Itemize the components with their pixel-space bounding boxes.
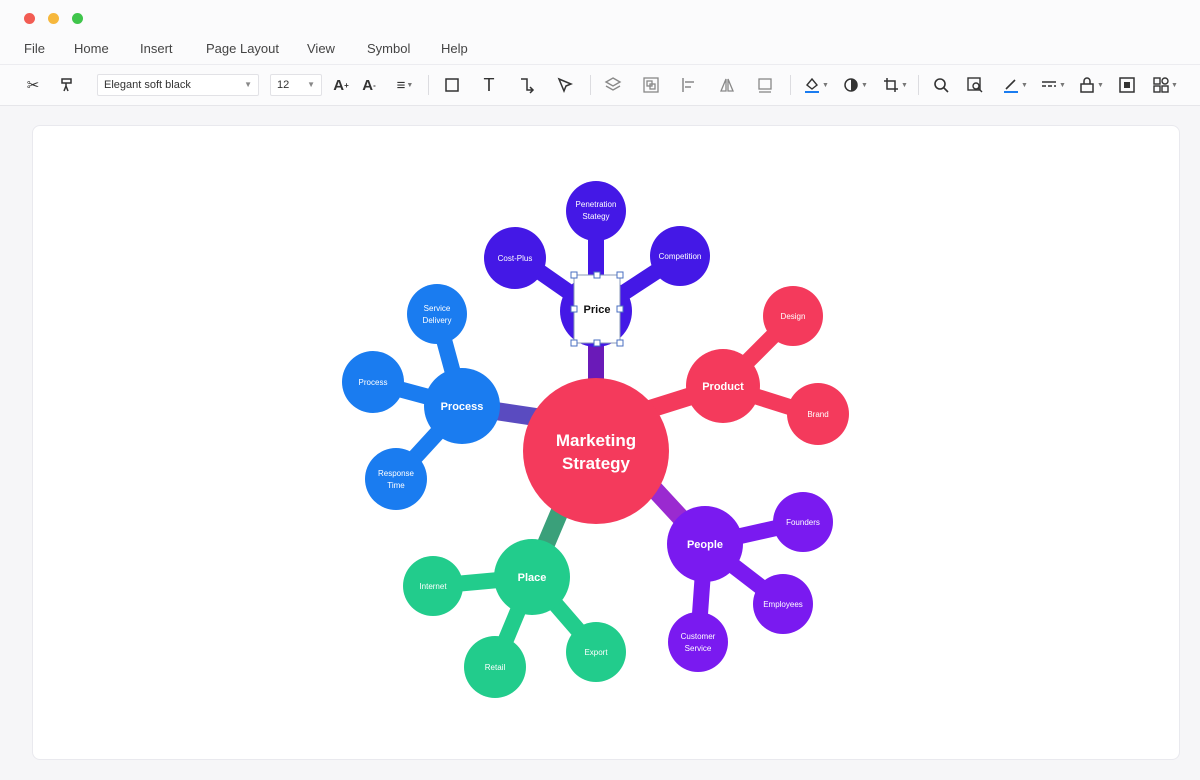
- central-topic-label: Strategy: [562, 454, 631, 473]
- connector-icon[interactable]: [516, 74, 538, 96]
- window-titlebar: [0, 0, 1200, 34]
- close-window-button[interactable]: [24, 13, 35, 24]
- topic-label-process: Process: [441, 401, 484, 413]
- subtopic-label: Export: [584, 648, 608, 657]
- flip-icon[interactable]: [716, 74, 738, 96]
- chevron-down-icon: ▼: [307, 80, 315, 89]
- subtopic-label: Cost-Plus: [498, 254, 533, 263]
- line-color-icon[interactable]: ▼: [1000, 74, 1030, 96]
- mind-map: Penetration Stategy Cost-Plus Competitio…: [342, 181, 849, 698]
- more-tools-icon[interactable]: ▼: [1150, 74, 1180, 96]
- subtopic-label: Design: [781, 312, 806, 321]
- group-icon[interactable]: [640, 74, 662, 96]
- subtopic-label: Employees: [763, 600, 803, 609]
- menu-bar: File Home Insert Page Layout View Symbol…: [0, 34, 1200, 65]
- align-left-icon[interactable]: [678, 74, 700, 96]
- drawing-canvas[interactable]: Penetration Stategy Cost-Plus Competitio…: [32, 125, 1180, 760]
- cut-icon[interactable]: ✂: [22, 74, 44, 96]
- subtopic-label: Time: [387, 481, 405, 490]
- menu-file[interactable]: File: [24, 41, 45, 56]
- layers-icon[interactable]: [602, 74, 624, 96]
- font-size-value: 12: [277, 79, 290, 91]
- subtopic-label: Delivery: [423, 316, 452, 325]
- shape-style-icon[interactable]: ▼: [840, 74, 870, 96]
- subtopic-response-time[interactable]: [365, 448, 427, 510]
- menu-help[interactable]: Help: [441, 41, 468, 56]
- maximize-window-button[interactable]: [72, 13, 83, 24]
- subtopic-label: Service: [424, 304, 451, 313]
- subtopic-label: Retail: [485, 663, 506, 672]
- central-topic-label: Marketing: [556, 431, 636, 450]
- fit-page-icon[interactable]: [1116, 74, 1138, 96]
- pointer-icon[interactable]: [554, 74, 576, 96]
- rectangle-icon[interactable]: [441, 74, 463, 96]
- subtopic-customer-service[interactable]: [668, 612, 728, 672]
- menu-home[interactable]: Home: [74, 41, 109, 56]
- menu-view[interactable]: View: [307, 41, 335, 56]
- chevron-down-icon: ▼: [244, 80, 252, 89]
- subtopic-label: Customer: [681, 632, 716, 641]
- increase-font-icon[interactable]: A +: [330, 74, 352, 96]
- subtopic-label: Brand: [807, 410, 828, 419]
- font-size-select[interactable]: 12 ▼: [270, 74, 322, 96]
- font-family-value: Elegant soft black: [104, 79, 191, 91]
- menu-insert[interactable]: Insert: [140, 41, 173, 56]
- search-icon[interactable]: [930, 74, 952, 96]
- subtopic-label: Founders: [786, 518, 820, 527]
- central-topic-bubble[interactable]: [523, 378, 669, 524]
- lock-icon[interactable]: ▼: [1076, 74, 1106, 96]
- topic-label-product: Product: [702, 381, 744, 393]
- menu-symbol[interactable]: Symbol: [367, 41, 410, 56]
- decrease-font-icon[interactable]: A-: [358, 74, 380, 96]
- topic-label-place: Place: [518, 572, 547, 584]
- format-painter-icon[interactable]: [56, 74, 78, 96]
- subtopic-label: Stategy: [582, 212, 609, 221]
- minimize-window-button[interactable]: [48, 13, 59, 24]
- crop-icon[interactable]: ▼: [880, 74, 910, 96]
- topic-label-people: People: [687, 539, 723, 551]
- topic-label-price: Price: [584, 304, 611, 316]
- subtopic-label: Response: [378, 469, 415, 478]
- branch-product[interactable]: Product Design Brand: [686, 286, 849, 445]
- subtopic-label: Internet: [419, 582, 447, 591]
- subtopic-label: Competition: [659, 252, 702, 261]
- line-style-icon[interactable]: ▼: [1038, 74, 1068, 96]
- menu-page-layout[interactable]: Page Layout: [206, 41, 279, 56]
- subtopic-label: Service: [685, 644, 712, 653]
- align-icon[interactable]: ≡ ▼: [390, 74, 420, 96]
- fill-color-icon[interactable]: ▼: [801, 74, 831, 96]
- toolbar: ✂ Elegant soft black ▼ 12 ▼ A + A- ≡ ▼ T ▼: [0, 65, 1200, 106]
- text-icon[interactable]: T: [478, 74, 500, 96]
- image-search-icon[interactable]: [964, 74, 986, 96]
- font-family-select[interactable]: Elegant soft black ▼: [97, 74, 259, 96]
- subtopic-label: Penetration: [576, 200, 617, 209]
- subtopic-penetration-strategy[interactable]: [566, 181, 626, 241]
- subtopic-service-delivery[interactable]: [407, 284, 467, 344]
- subtopic-label: Process: [359, 378, 388, 387]
- central-topic[interactable]: Marketing Strategy: [523, 378, 669, 524]
- frame-icon[interactable]: [754, 74, 776, 96]
